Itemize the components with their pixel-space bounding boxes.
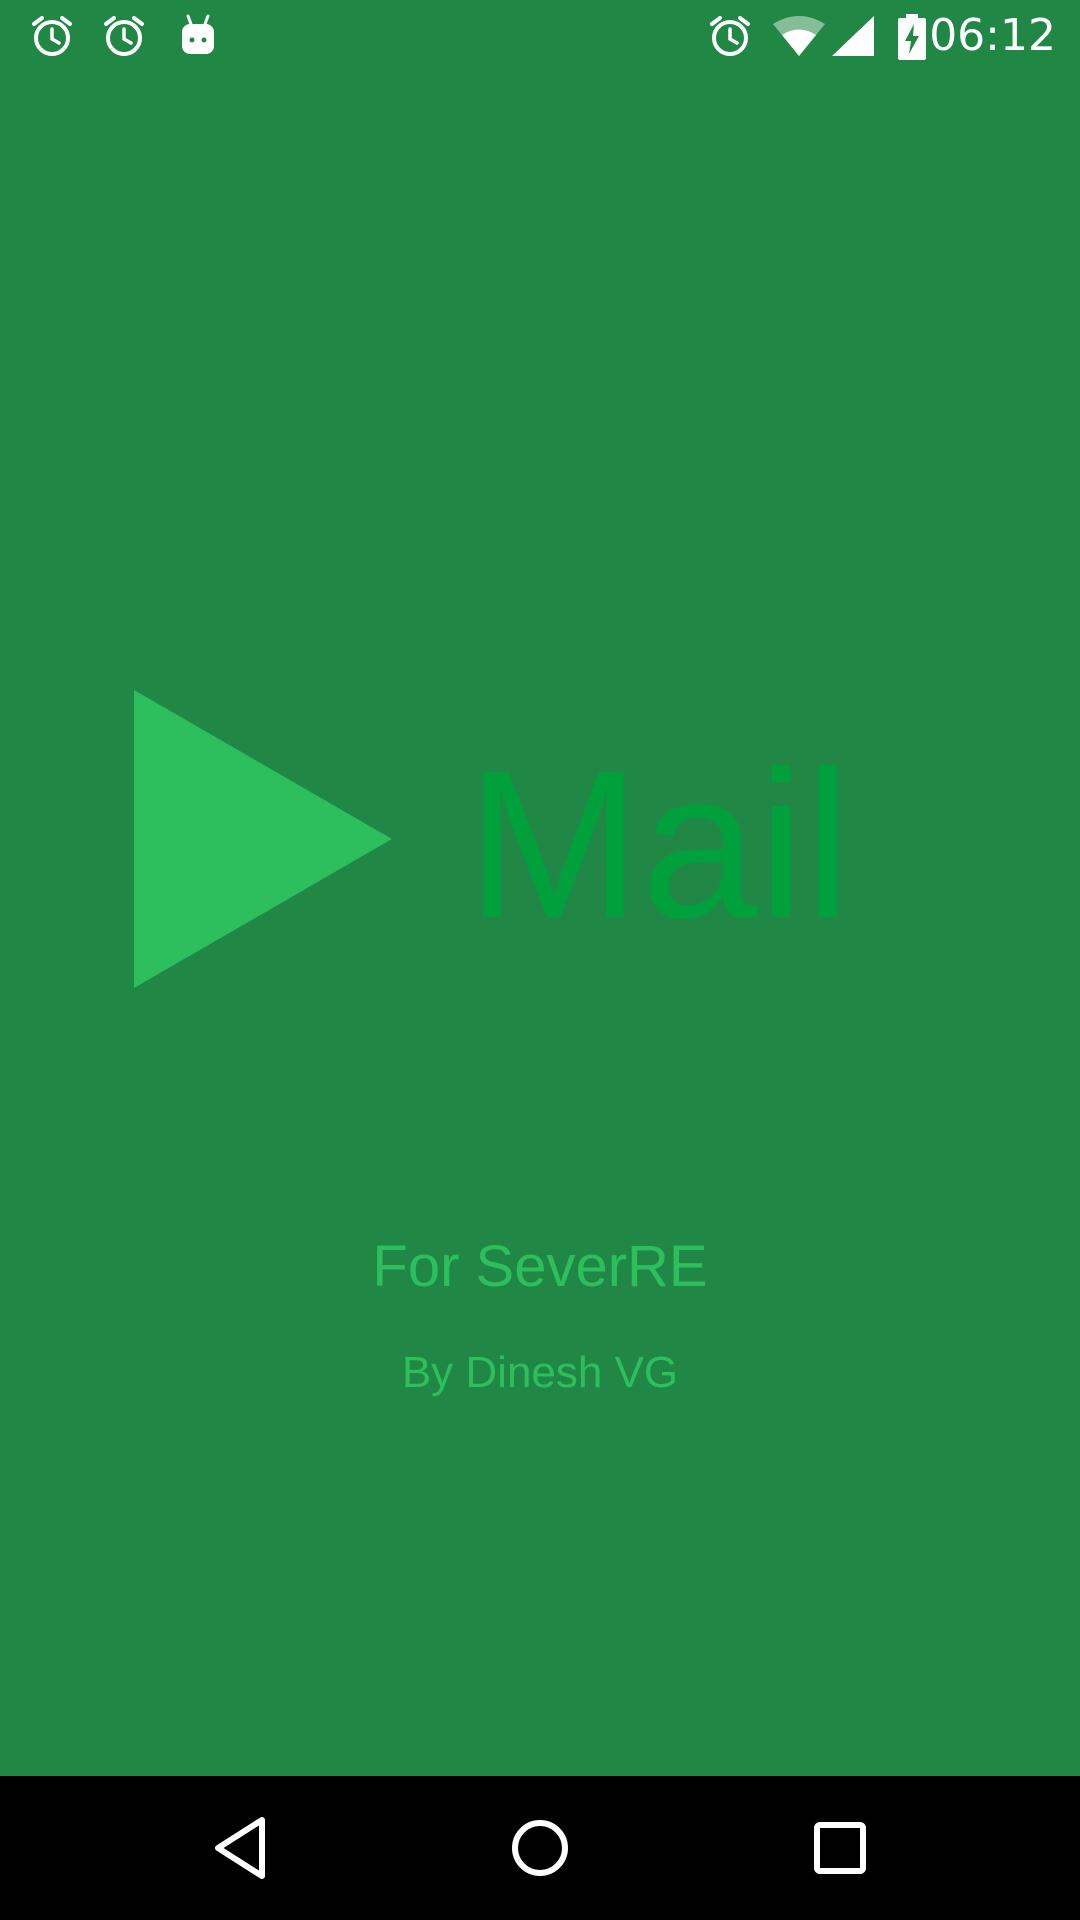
- android-debug-icon: [176, 14, 220, 58]
- alarm-icon: [102, 14, 146, 58]
- back-icon[interactable]: [190, 1798, 290, 1898]
- app-name: Mail: [466, 727, 852, 962]
- recents-icon[interactable]: [790, 1798, 890, 1898]
- subtitle: For SeverRE: [372, 1234, 708, 1299]
- wifi-icon: [772, 14, 826, 58]
- home-icon[interactable]: [490, 1798, 590, 1898]
- cell-signal-icon: [830, 14, 876, 58]
- navigation-bar: [0, 1776, 1080, 1920]
- play-logo-icon: [134, 690, 392, 988]
- alarm-icon: [708, 14, 752, 58]
- splash-screen: 06:12 Mail For SeverRE By Dinesh VG: [0, 0, 1080, 1920]
- battery-charging-icon: [896, 14, 928, 60]
- author-credit: By Dinesh VG: [401, 1348, 679, 1397]
- alarm-icon: [30, 14, 74, 58]
- clock: 06:12: [929, 10, 1056, 61]
- status-bar: 06:12: [0, 0, 1080, 72]
